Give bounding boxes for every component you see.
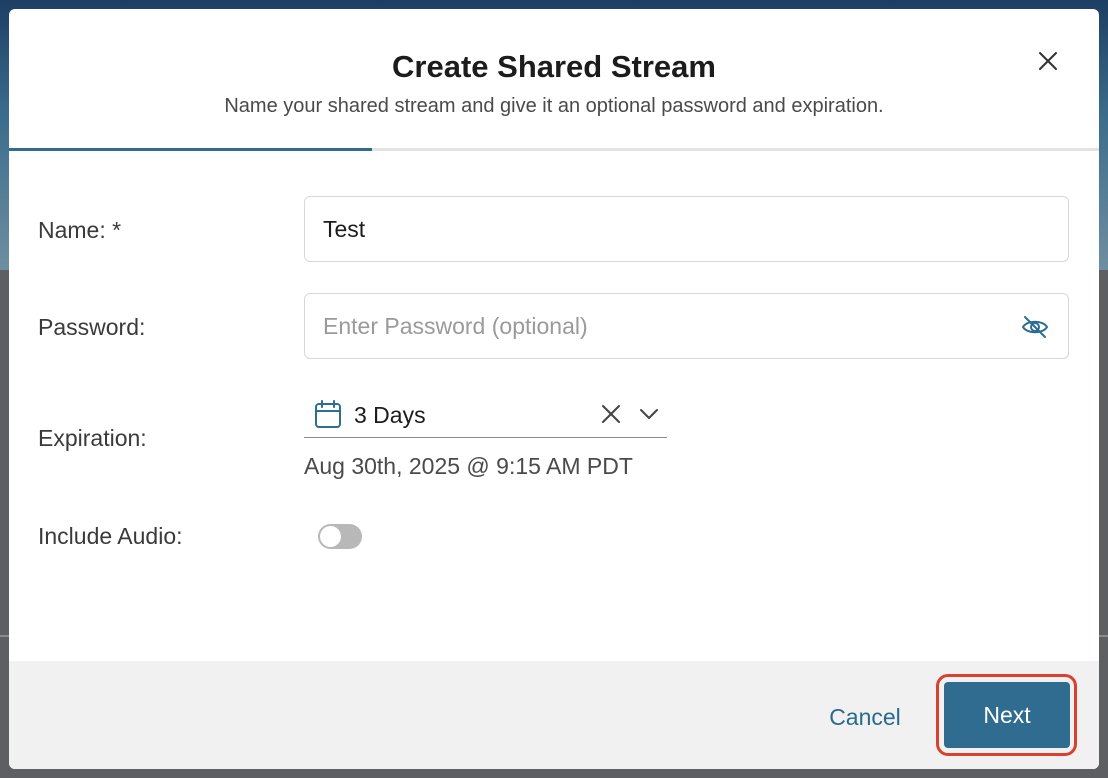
step-progress-fill [9, 148, 372, 151]
password-placeholder: Enter Password (optional) [323, 313, 588, 339]
cancel-button[interactable]: Cancel [814, 697, 916, 737]
name-label: Name: * [38, 217, 122, 243]
name-input[interactable]: Test [304, 196, 1069, 262]
calendar-icon [315, 400, 341, 428]
step-progress-bar [9, 148, 1099, 151]
expiration-select[interactable]: 3 Days [304, 391, 667, 438]
chevron-down-icon[interactable] [637, 402, 661, 426]
include-audio-label: Include Audio: [38, 523, 183, 549]
toggle-knob [320, 526, 341, 547]
close-icon [1039, 52, 1057, 70]
next-button[interactable]: Next [944, 682, 1070, 748]
include-audio-toggle[interactable] [318, 524, 362, 549]
close-button[interactable] [1033, 46, 1063, 76]
create-shared-stream-dialog: Create Shared Stream Name your shared st… [9, 9, 1099, 769]
eye-off-icon [1022, 316, 1048, 338]
dialog-footer: Cancel Next [9, 661, 1099, 769]
dialog-subtitle: Name your shared stream and give it an o… [224, 95, 884, 117]
password-input[interactable]: Enter Password (optional) [304, 293, 1069, 359]
expiration-label: Expiration: [38, 425, 147, 451]
expiration-date-text: Aug 30th, 2025 @ 9:15 AM PDT [304, 453, 633, 479]
password-label: Password: [38, 314, 146, 340]
expiration-selected-value: 3 Days [354, 402, 426, 428]
name-input-value: Test [323, 216, 366, 242]
dialog-title: Create Shared Stream [392, 49, 716, 84]
password-visibility-toggle[interactable] [1020, 312, 1050, 342]
clear-icon[interactable] [599, 402, 623, 426]
